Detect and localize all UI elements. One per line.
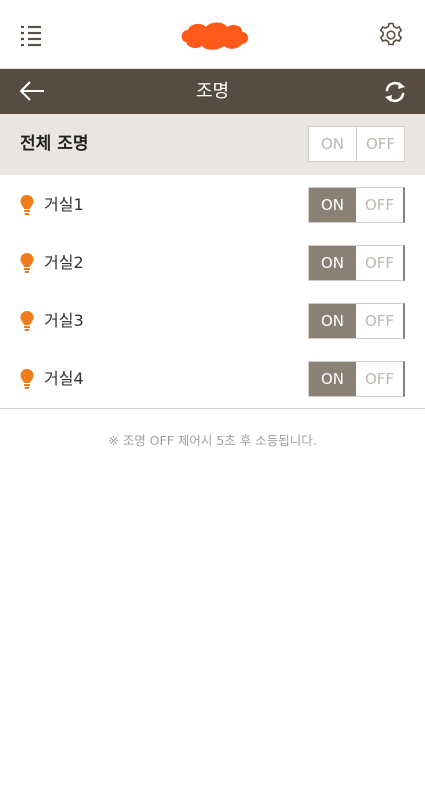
light-on-button[interactable]: ON	[309, 362, 356, 396]
light-toggle: ON OFF	[308, 187, 405, 223]
brand-logo	[180, 20, 250, 52]
bulb-icon	[20, 195, 34, 215]
notice-text: ※ 조명 OFF 제어시 5초 후 소등됩니다.	[108, 433, 317, 448]
light-toggle: ON OFF	[308, 303, 405, 339]
light-off-button[interactable]: OFF	[356, 362, 403, 396]
all-lights-on-button[interactable]: ON	[309, 127, 357, 161]
light-on-button[interactable]: ON	[309, 188, 356, 222]
light-row: 거실4 ON OFF	[0, 350, 425, 409]
cloud-logo	[181, 22, 248, 50]
all-lights-toggle: ON OFF	[308, 126, 405, 162]
light-row: 거실3 ON OFF	[0, 292, 425, 351]
refresh-icon	[385, 81, 405, 103]
settings-button[interactable]	[378, 22, 404, 48]
bulb-icon	[20, 311, 34, 331]
light-label: 거실1	[44, 195, 84, 214]
title-bar: 조명	[0, 69, 425, 114]
bulb-icon	[20, 369, 34, 389]
light-toggle: ON OFF	[308, 245, 405, 281]
light-label: 거실2	[44, 253, 84, 272]
page-title: 조명	[195, 81, 230, 102]
gear-icon	[379, 22, 403, 46]
light-off-button[interactable]: OFF	[356, 304, 403, 338]
light-toggle: ON OFF	[308, 361, 405, 397]
all-lights-row: 전체 조명 ON OFF	[0, 114, 425, 175]
list-icon	[21, 25, 41, 47]
light-row: 거실1 ON OFF	[0, 176, 425, 235]
light-row: 거실2 ON OFF	[0, 234, 425, 293]
top-bar	[0, 0, 425, 69]
light-label: 거실3	[44, 311, 84, 330]
light-off-button[interactable]: OFF	[356, 246, 403, 280]
all-lights-label: 전체 조명	[20, 134, 89, 154]
refresh-button[interactable]	[382, 79, 408, 105]
light-on-button[interactable]: ON	[309, 246, 356, 280]
light-label: 거실4	[44, 369, 84, 388]
bulb-icon	[20, 253, 34, 273]
light-on-button[interactable]: ON	[309, 304, 356, 338]
all-lights-off-button[interactable]: OFF	[357, 127, 404, 161]
menu-button[interactable]	[20, 24, 42, 48]
light-off-button[interactable]: OFF	[356, 188, 403, 222]
